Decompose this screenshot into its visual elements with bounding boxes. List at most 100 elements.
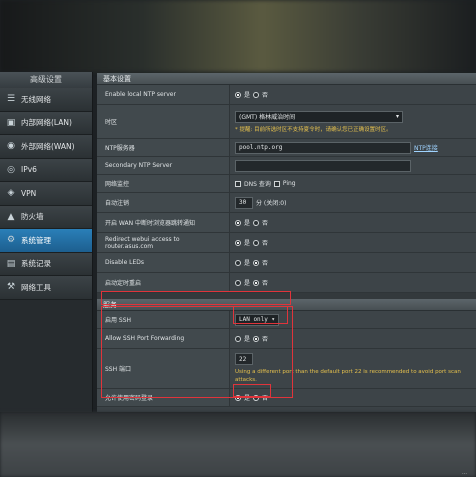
password-login-row: 允许使用密码登录 是 否 (97, 389, 476, 407)
basic-settings-header: 基本设置 (97, 73, 476, 85)
disable-leds-row: Disable LEDs 是 否 (97, 253, 476, 273)
ntp-server-input[interactable]: pool.ntp.org (235, 141, 411, 154)
background-top (0, 0, 476, 72)
sidebar-item-label: 内部网络(LAN) (21, 118, 72, 128)
sidebar-item-label: 系统记录 (21, 259, 51, 269)
ntp-client-no-label: 否 (262, 92, 269, 99)
disable-leds-yes-radio[interactable] (235, 259, 241, 266)
ssh-select[interactable]: LAN only ▾ (235, 313, 279, 326)
disable-leds-yes-label: 是 (244, 260, 251, 267)
timezone-label: 时区 (97, 105, 230, 138)
ntp-server-row: NTP服务器 pool.ntp.org NTP连接 (97, 139, 476, 157)
ntp-client-yes-radio[interactable] (235, 91, 241, 98)
sidebar-item-vpn[interactable]: ◈ VPN (0, 182, 92, 206)
auto-logout-label: 自动注销 (97, 193, 230, 212)
dns-query-label: DNS 查询 (244, 181, 271, 188)
firewall-icon: ▲ (7, 211, 15, 222)
disable-leds-label: Disable LEDs (97, 253, 230, 272)
chevron-down-icon: ▾ (395, 113, 399, 120)
network-monitor-row: 网络监控 DNS 查询 Ping (97, 175, 476, 193)
sidebar-item-label: 外部网络(WAN) (21, 141, 75, 151)
ntp-client-row: Enable local NTP server 是 否 (97, 85, 476, 105)
sidebar: 高级设置 ☰ 无线网络 ▣ 内部网络(LAN) ◉ 外部网络(WAN) ◎ IP… (0, 72, 93, 412)
chevron-down-icon: ▾ (271, 316, 275, 323)
password-login-label: 允许使用密码登录 (97, 389, 230, 406)
wifi-icon: ☰ (6, 94, 16, 105)
gear-icon: ⚙ (6, 235, 16, 246)
vpn-icon: ◈ (7, 188, 15, 199)
sidebar-item-syslog[interactable]: ▤ 系统记录 (0, 252, 92, 276)
sidebar-item-label: 防火墙 (21, 212, 44, 222)
ssh-forward-row: Allow SSH Port Forwarding 是 否 (97, 329, 476, 349)
ntp-client-yes-label: 是 (244, 92, 251, 99)
reboot-yes-radio[interactable] (235, 279, 241, 286)
globe-icon: ◉ (7, 141, 15, 152)
sidebar-item-label: VPN (21, 188, 37, 198)
redirect-no-radio[interactable] (253, 239, 260, 246)
ssh-value: LAN only (239, 316, 268, 323)
ntp-link[interactable]: NTP连接 (414, 143, 438, 152)
ntp-client-label: Enable local NTP server (97, 85, 230, 104)
timezone-select[interactable]: (GMT) 格林威治时间 ▾ (235, 110, 403, 123)
ping-label: Ping (282, 180, 296, 187)
password-login-no-radio[interactable] (253, 394, 260, 401)
ipv6-icon: ◎ (7, 164, 15, 175)
settings-panel: 基本设置 Enable local NTP server 是 否 时区 (GMT… (97, 73, 476, 412)
sidebar-item-ipv6[interactable]: ◎ IPv6 (0, 158, 92, 182)
reboot-no-radio[interactable] (253, 279, 260, 286)
auto-logout-row: 自动注销 30 分 (关闭:0) (97, 193, 476, 213)
ping-checkbox[interactable] (273, 180, 280, 187)
timezone-value: (GMT) 格林威治时间 (239, 114, 296, 121)
sidebar-item-firewall[interactable]: ▲ 防火墙 (0, 205, 92, 229)
ssh-row: 启用 SSH LAN only ▾ (97, 311, 476, 329)
service-header: 服务 (97, 299, 476, 311)
sidebar-item-wan[interactable]: ◉ 外部网络(WAN) (0, 135, 92, 159)
background-bottom (0, 412, 476, 477)
password-login-yes-radio[interactable] (235, 394, 241, 401)
sidebar-item-administration[interactable]: ⚙ 系统管理 (0, 229, 92, 253)
network-monitor-label: 网络监控 (97, 175, 230, 192)
sidebar-item-label: 系统管理 (21, 235, 51, 245)
wan-notify-yes-radio[interactable] (235, 219, 241, 226)
reboot-label: 启动定时重启 (97, 273, 230, 292)
reboot-no-label: 否 (262, 280, 269, 287)
redirect-yes-radio[interactable] (235, 239, 241, 246)
secondary-ntp-label: Secondary NTP Server (97, 157, 230, 174)
ssh-forward-yes-label: 是 (244, 336, 251, 343)
ssh-forward-no-label: 否 (262, 336, 269, 343)
log-icon: ▤ (6, 258, 16, 269)
reboot-yes-label: 是 (244, 280, 251, 287)
sidebar-item-network-tools[interactable]: ⚒ 网络工具 (0, 276, 92, 300)
ssh-port-input[interactable]: 22 (235, 353, 253, 365)
wan-notify-label: 开启 WAN 中断时浏览器跳转通知 (97, 213, 230, 232)
overflow-indicator: … (462, 470, 467, 476)
wan-notify-no-radio[interactable] (253, 219, 260, 226)
sidebar-item-label: 无线网络 (21, 94, 51, 104)
wan-notify-no-label: 否 (262, 220, 269, 227)
sidebar-item-wireless[interactable]: ☰ 无线网络 (0, 88, 92, 112)
tools-icon: ⚒ (6, 282, 16, 293)
secondary-ntp-input[interactable] (235, 159, 411, 172)
redirect-label: Redirect webui access to router.asus.com (97, 233, 230, 252)
auto-logout-unit: 分 (关闭:0) (256, 200, 287, 207)
wan-notify-row: 开启 WAN 中断时浏览器跳转通知 是 否 (97, 213, 476, 233)
disable-leds-no-radio[interactable] (253, 259, 260, 266)
ssh-label: 启用 SSH (97, 311, 230, 328)
redirect-row: Redirect webui access to router.asus.com… (97, 233, 476, 253)
lan-icon: ▣ (6, 117, 16, 128)
redirect-yes-label: 是 (244, 240, 251, 247)
disable-leds-no-label: 否 (262, 260, 269, 267)
ntp-client-no-radio[interactable] (253, 91, 260, 98)
timezone-row: 时区 (GMT) 格林威治时间 ▾ * 提醒: 目前所选时区不支持夏令时，请确认… (97, 105, 476, 139)
ssh-forward-no-radio[interactable] (253, 335, 260, 342)
ssh-forward-yes-radio[interactable] (235, 335, 241, 342)
sidebar-item-lan[interactable]: ▣ 内部网络(LAN) (0, 111, 92, 135)
wan-notify-yes-label: 是 (244, 220, 251, 227)
reboot-row: 启动定时重启 是 否 (97, 273, 476, 293)
dns-query-checkbox[interactable] (235, 180, 241, 187)
secondary-ntp-row: Secondary NTP Server (97, 157, 476, 175)
auto-logout-input[interactable]: 30 (235, 196, 253, 209)
redirect-no-label: 否 (262, 240, 269, 247)
password-login-yes-label: 是 (244, 395, 251, 402)
ssh-port-hint: Using a different port than the default … (235, 369, 461, 383)
